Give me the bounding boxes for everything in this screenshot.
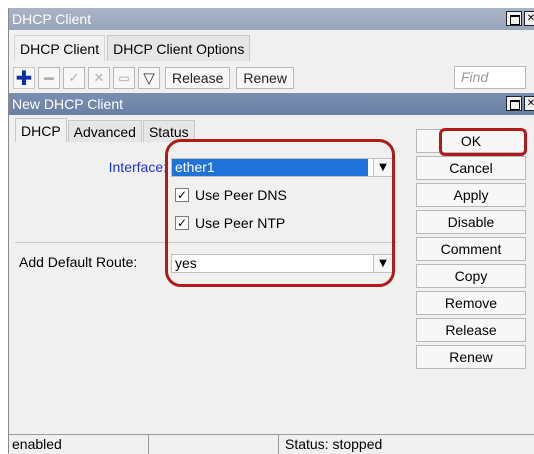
status-middle	[149, 435, 279, 454]
release-button[interactable]: Release	[416, 318, 526, 342]
enable-icon[interactable]: ✓	[63, 67, 85, 89]
renew-button[interactable]: Renew	[236, 67, 294, 89]
disable-icon[interactable]: ✕	[88, 67, 110, 89]
remove-button[interactable]: Remove	[416, 291, 526, 315]
filter-icon[interactable]: ▽	[138, 67, 160, 89]
tab-dhcp[interactable]: DHCP	[15, 118, 67, 142]
dialog-title: New DHCP Client	[12, 96, 123, 112]
annotation-highlight-ok	[439, 128, 527, 156]
release-button[interactable]: Release	[165, 67, 231, 89]
maximize-icon[interactable]	[506, 11, 522, 26]
status-state: enabled	[9, 435, 149, 454]
add-icon[interactable]: ✚	[13, 66, 35, 90]
interface-label: Interface:	[108, 159, 167, 175]
dialog-tabs: DHCP Advanced Status	[15, 118, 196, 142]
annotation-highlight-fields	[165, 139, 395, 287]
toolbar: ✚ ━ ✓ ✕ ▭ ▽ Release Renew Find	[13, 65, 534, 91]
remove-icon[interactable]: ━	[38, 67, 60, 89]
tab-dhcp-client-options[interactable]: DHCP Client Options	[107, 35, 251, 61]
outer-titlebar[interactable]: DHCP Client ✕	[9, 8, 534, 30]
default-route-label: Add Default Route:	[19, 254, 138, 270]
find-input[interactable]: Find	[454, 66, 526, 89]
dialog-buttons: OK Cancel Apply Disable Comment Copy Rem…	[416, 129, 526, 372]
tab-advanced[interactable]: Advanced	[67, 120, 142, 142]
close-icon[interactable]: ✕	[524, 96, 534, 111]
copy-button[interactable]: Copy	[416, 264, 526, 288]
tab-dhcp-client[interactable]: DHCP Client	[14, 35, 106, 61]
apply-button[interactable]: Apply	[416, 183, 526, 207]
outer-window-title: DHCP Client	[12, 11, 92, 27]
disable-button[interactable]: Disable	[416, 210, 526, 234]
cancel-button[interactable]: Cancel	[416, 156, 526, 180]
status-bar: enabled Status: stopped	[9, 434, 534, 454]
dhcp-tab-panel: Interface: ether1 ▼ ✓ Use Peer DNS ✓ Use…	[13, 139, 397, 442]
outer-tabs: DHCP Client DHCP Client Options	[14, 35, 252, 61]
status-text: Status: stopped	[285, 436, 383, 452]
close-icon[interactable]: ✕	[524, 11, 534, 26]
dialog-titlebar[interactable]: New DHCP Client ✕	[9, 93, 534, 115]
new-dhcp-client-dialog: New DHCP Client ✕ DHCP Advanced Status I…	[9, 93, 534, 454]
dhcp-client-window: DHCP Client ✕ DHCP Client DHCP Client Op…	[8, 8, 534, 454]
comment-button[interactable]: Comment	[416, 237, 526, 261]
renew-button[interactable]: Renew	[416, 345, 526, 369]
comment-icon[interactable]: ▭	[113, 67, 135, 89]
maximize-icon[interactable]	[506, 96, 522, 111]
